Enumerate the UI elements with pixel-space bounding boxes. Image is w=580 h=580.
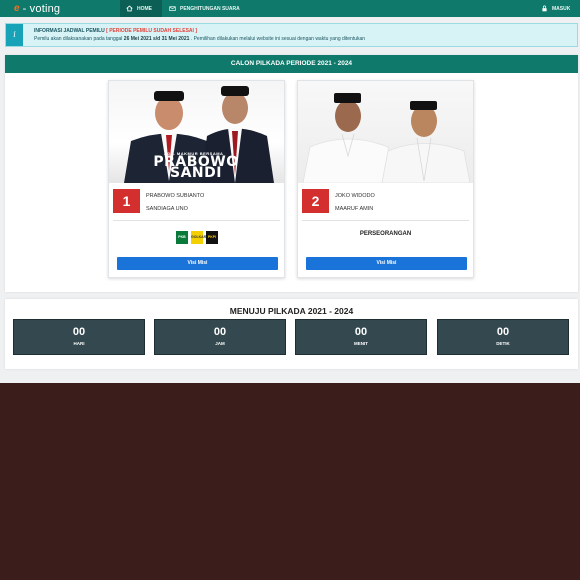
countdown-minutes-value: 00 [354,326,368,338]
countdown-hours-label: JAM [215,341,225,346]
party-logo-golkar: GOLKAR [191,231,206,244]
candidate-photo-2-art [302,93,471,183]
independent-label: PERSEORANGAN [359,231,412,237]
countdown-days: 00 HARI [13,319,145,355]
home-icon [126,5,133,12]
brand-logo[interactable]: e - voting [14,1,60,16]
brand-name: - voting [22,2,61,15]
visi-misi-button-2[interactable]: Visi Misi [306,257,467,270]
countdown-days-label: HARI [73,341,85,346]
brand-mark: e [14,3,20,14]
candidate-number: 1 [113,189,140,213]
candidate-number: 2 [302,189,329,213]
party-logo-pkb: PKB [176,231,188,244]
card-divider [302,220,469,221]
countdown-minutes-label: MENIT [354,341,368,346]
nav-login[interactable]: MASUK [535,0,580,17]
alert-message-prefix: Pemilu akan dilaksanakan pada tanggal [34,36,123,42]
party-logo-pkpi: PKPI [206,231,218,244]
candidate-name-secondary: SANDIAGA UNO [146,206,188,212]
visi-misi-button-1[interactable]: Visi Misi [117,257,278,270]
nav-home[interactable]: HOME [120,0,162,17]
nav-vote-count[interactable]: PENGHITUNGAN SUARA [163,0,251,17]
card-divider [113,220,280,221]
candidate-photo-1: ADIL MAKMUR BERSAMA PRABOWO SANDI [109,81,284,183]
candidate-photo-2 [298,81,473,183]
countdown-panel: MENUJU PILKADA 2021 - 2024 00 HARI 00 JA… [5,299,578,369]
nav-home-label: HOME [137,5,152,12]
candidates-panel: CALON PILKADA PERIODE 2021 - 2024 ADIL M… [5,55,578,292]
countdown-minutes: 00 MENIT [295,319,427,355]
info-icon: i [6,24,23,46]
election-info-alert: i INFORMASI JADWAL PEMILU [ PERIODE PEMI… [5,23,578,47]
alert-title: INFORMASI JADWAL PEMILU [34,28,105,34]
alert-title-line: INFORMASI JADWAL PEMILU [ PERIODE PEMILU… [34,28,197,34]
party-logos: PKB GOLKAR PKPI [176,231,218,244]
candidate-card-2: 2 JOKO WIDODO MAARUF AMIN PERSEORANGAN V… [297,80,474,278]
page: e - voting HOME PENGHITUNGAN SUARA MASUK… [0,0,580,383]
countdown-seconds: 00 DETIK [437,319,569,355]
lock-icon [542,5,547,12]
countdown-hours: 00 JAM [154,319,286,355]
photo-caption: PRABOWO SANDI [153,154,239,181]
countdown-seconds-label: DETIK [496,341,510,346]
candidate-name-primary: PRABOWO SUBIANTO [146,193,205,199]
countdown-hours-value: 00 [213,326,227,338]
countdown-title: MENUJU PILKADA 2021 - 2024 [229,306,354,316]
alert-message: Pemilu akan dilaksanakan pada tanggal 26… [34,36,365,42]
candidate-card-1: ADIL MAKMUR BERSAMA PRABOWO SANDI 1 PRAB… [108,80,285,278]
candidate-name-secondary: MAARUF AMIN [335,206,374,212]
envelope-icon [169,6,176,11]
top-navbar: e - voting HOME PENGHITUNGAN SUARA MASUK [0,0,580,17]
alert-status: [ PERIODE PEMILU SUDAH SELESAI ] [106,28,197,34]
countdown-days-value: 00 [72,326,86,338]
countdown-seconds-value: 00 [496,326,510,338]
nav-vote-count-label: PENGHITUNGAN SUARA [180,5,240,12]
alert-date-range: 26 Mei 2021 s/d 31 Mei 2021 [123,36,190,42]
nav-login-label: MASUK [552,5,571,12]
candidate-name-primary: JOKO WIDODO [335,193,375,199]
candidates-panel-title: CALON PILKADA PERIODE 2021 - 2024 [5,55,578,73]
alert-message-suffix: . Pemilihan dilakukan melalui website in… [190,36,366,42]
